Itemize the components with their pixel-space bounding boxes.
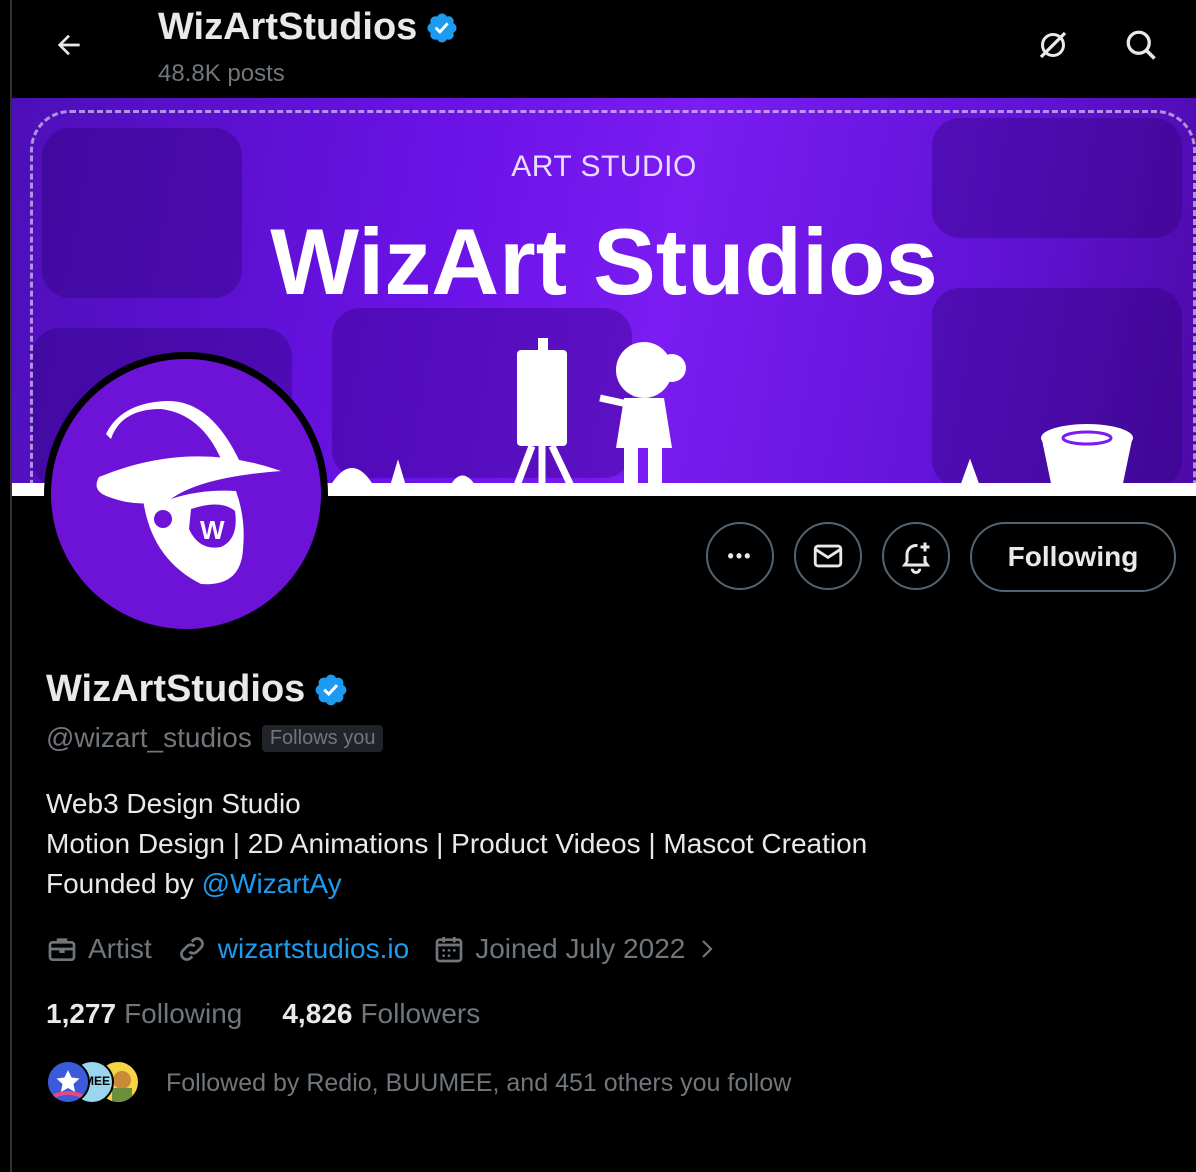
profile-header: WizArtStudios 48.8K posts <box>12 0 1196 98</box>
banner-title: WizArt Studios <box>270 209 938 314</box>
avatar-image: W <box>51 359 321 629</box>
profile-meta: Artist wizartstudios.io Joined July 2022 <box>46 928 743 970</box>
joined-item[interactable]: Joined July 2022 <box>433 933 719 965</box>
profile-handle-wrap: @wizart_studios Follows you <box>46 722 384 754</box>
followed-by-avatars: MEE <box>46 1060 142 1106</box>
verified-badge-icon[interactable] <box>313 672 349 708</box>
grok-button[interactable] <box>1030 22 1076 68</box>
profile-name-wrap: WizArtStudios <box>46 668 349 711</box>
calendar-icon <box>435 937 463 963</box>
grok-icon <box>1039 31 1067 59</box>
bio-line: Founded by @WizartAy <box>46 864 867 904</box>
bio-line: Web3 Design Studio <box>46 788 301 819</box>
search-icon <box>1126 30 1156 60</box>
star-icon <box>48 1062 88 1102</box>
banner-subtitle: ART STUDIO <box>511 150 697 183</box>
category-label: Artist <box>88 933 152 964</box>
notification-add-icon <box>901 542 931 574</box>
chevron-right-icon <box>702 940 713 958</box>
followers-stat-label: Followers <box>360 998 481 1029</box>
followed-by-row[interactable]: MEE Followed by Redio, BUUMEE, and 451 o… <box>46 1058 791 1108</box>
following-stat[interactable]: 1,277 Following <box>46 998 242 1030</box>
search-button[interactable] <box>1118 22 1164 68</box>
header-title-wrap: WizArtStudios <box>158 6 459 49</box>
verified-badge-icon <box>427 12 457 43</box>
category-item: Artist <box>46 933 152 965</box>
notify-button[interactable] <box>882 522 950 590</box>
profile-bio: Web3 Design Studio Motion Design | 2D An… <box>46 784 867 904</box>
back-button[interactable] <box>46 22 92 68</box>
followed-by-text: Followed by Redio, BUUMEE, and 451 other… <box>166 1068 792 1097</box>
profile-avatar[interactable]: W <box>44 352 328 636</box>
joined-label: Joined July 2022 <box>475 933 686 964</box>
wizard-logo-icon: W <box>96 400 282 585</box>
svg-text:W: W <box>200 515 225 545</box>
founder-mention-link[interactable]: @WizartAy <box>202 868 342 899</box>
following-button[interactable]: Following <box>970 522 1176 592</box>
header-post-count: 48.8K posts <box>158 60 285 87</box>
header-title: WizArtStudios <box>158 6 418 48</box>
followers-stat[interactable]: 4,826 Followers <box>282 998 480 1030</box>
bio-founded-prefix: Founded by <box>46 868 202 899</box>
message-button[interactable] <box>794 522 862 590</box>
followers-count: 4,826 <box>282 998 353 1029</box>
mini-avatar <box>46 1060 90 1104</box>
more-icon: ••• <box>727 545 753 566</box>
mail-icon <box>813 544 843 568</box>
website-link[interactable]: wizartstudios.io <box>218 933 409 965</box>
follows-you-badge: Follows you <box>261 724 384 752</box>
bio-line: Motion Design | 2D Animations | Product … <box>46 828 868 859</box>
following-count: 1,277 <box>46 998 117 1029</box>
website-item: wizartstudios.io <box>176 933 409 965</box>
briefcase-icon <box>48 938 76 961</box>
profile-name: WizArtStudios <box>46 668 306 710</box>
following-stat-label: Following <box>124 998 243 1029</box>
back-arrow-icon <box>57 34 80 56</box>
profile-handle: @wizart_studios <box>46 722 252 753</box>
profile-stats: 1,277 Following 4,826 Followers <box>46 998 480 1030</box>
link-icon <box>179 937 204 961</box>
more-button[interactable]: ••• <box>706 522 774 590</box>
